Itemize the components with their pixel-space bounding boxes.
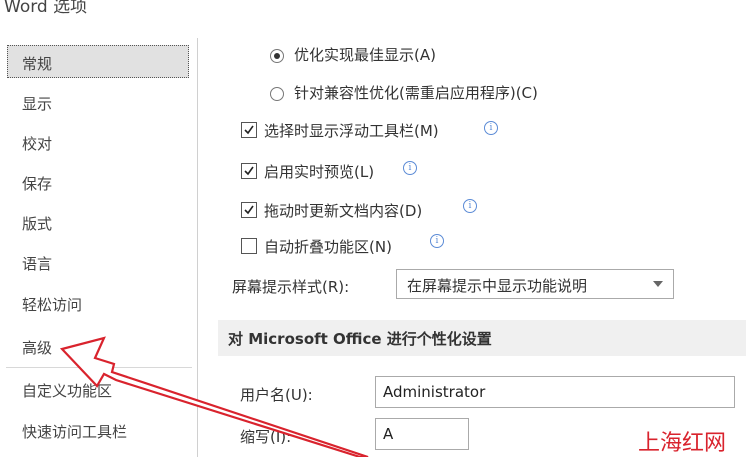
radio-optimize-display[interactable]: [270, 49, 284, 63]
sidebar-item-label: 保存: [22, 175, 53, 193]
sidebar-item-label: 高级: [22, 339, 53, 357]
checkbox-collapse-ribbon-label: 自动折叠功能区(N): [264, 238, 392, 256]
username-input[interactable]: [375, 376, 735, 408]
sidebar-item-proofing[interactable]: 校对: [6, 125, 188, 159]
checkbox-update-drag[interactable]: [241, 202, 257, 218]
sidebar-item-accessibility[interactable]: 轻松访问: [6, 286, 188, 320]
checkbox-update-drag-label: 拖动时更新文档内容(D): [264, 202, 423, 220]
screentip-style-value: 在屏幕提示中显示功能说明: [407, 277, 588, 295]
info-icon[interactable]: i: [484, 121, 498, 135]
checkbox-collapse-ribbon[interactable]: [241, 238, 257, 254]
personalize-section-title: 对 Microsoft Office 进行个性化设置: [228, 330, 492, 348]
sidebar-item-label: 校对: [22, 135, 53, 153]
personalize-section-header: 对 Microsoft Office 进行个性化设置: [218, 320, 746, 356]
sidebar-item-label: 轻松访问: [22, 296, 83, 314]
initials-input[interactable]: [375, 418, 469, 450]
initials-label: 缩写(I):: [240, 428, 292, 446]
radio-optimize-display-label: 优化实现最佳显示(A): [294, 46, 436, 64]
sidebar-item-save[interactable]: 保存: [6, 165, 188, 199]
sidebar-item-quick-access-toolbar[interactable]: 快速访问工具栏: [6, 413, 188, 447]
sidebar-item-advanced[interactable]: 高级: [6, 329, 188, 363]
sidebar-item-customize-ribbon[interactable]: 自定义功能区: [6, 372, 188, 406]
checkbox-mini-toolbar[interactable]: [241, 122, 257, 138]
username-label: 用户名(U):: [240, 386, 313, 404]
chevron-down-icon: [653, 281, 663, 287]
username-field[interactable]: [383, 383, 706, 401]
sidebar-item-label: 自定义功能区: [22, 382, 113, 400]
initials-field[interactable]: [383, 425, 466, 443]
sidebar-item-label: 版式: [22, 215, 53, 233]
title-bar: Word 选项: [0, 0, 746, 28]
watermark: 上海红网: [638, 431, 727, 456]
sidebar-item-label: 常规: [22, 55, 53, 73]
sidebar-item-general[interactable]: 常规: [7, 45, 189, 78]
info-icon[interactable]: i: [463, 199, 477, 213]
sidebar-item-label: 显示: [22, 95, 53, 113]
general-options-panel: 优化实现最佳显示(A) 针对兼容性优化(需重启应用程序)(C) 选择时显示浮动工…: [198, 38, 746, 457]
radio-compatibility-label: 针对兼容性优化(需重启应用程序)(C): [294, 84, 538, 102]
info-icon[interactable]: i: [430, 234, 444, 248]
checkbox-live-preview[interactable]: [241, 163, 257, 179]
checkbox-mini-toolbar-label: 选择时显示浮动工具栏(M): [264, 122, 439, 140]
window-title: Word 选项: [4, 0, 88, 17]
screentip-style-label: 屏幕提示样式(R):: [232, 278, 350, 296]
sidebar-item-display[interactable]: 显示: [6, 85, 188, 119]
checkbox-live-preview-label: 启用实时预览(L): [264, 163, 375, 181]
radio-compatibility[interactable]: [270, 87, 284, 101]
sidebar: 常规 显示 校对 保存 版式 语言 轻松访问 高级 自定义功能区 快速访问工具栏: [4, 40, 193, 457]
sidebar-item-label: 快速访问工具栏: [22, 423, 128, 441]
sidebar-item-label: 语言: [22, 255, 53, 273]
sidebar-item-language[interactable]: 语言: [6, 245, 188, 279]
sidebar-item-layout[interactable]: 版式: [6, 205, 188, 239]
screentip-style-select[interactable]: 在屏幕提示中显示功能说明: [396, 269, 674, 299]
sidebar-divider: [6, 367, 192, 368]
info-icon[interactable]: i: [403, 161, 417, 175]
